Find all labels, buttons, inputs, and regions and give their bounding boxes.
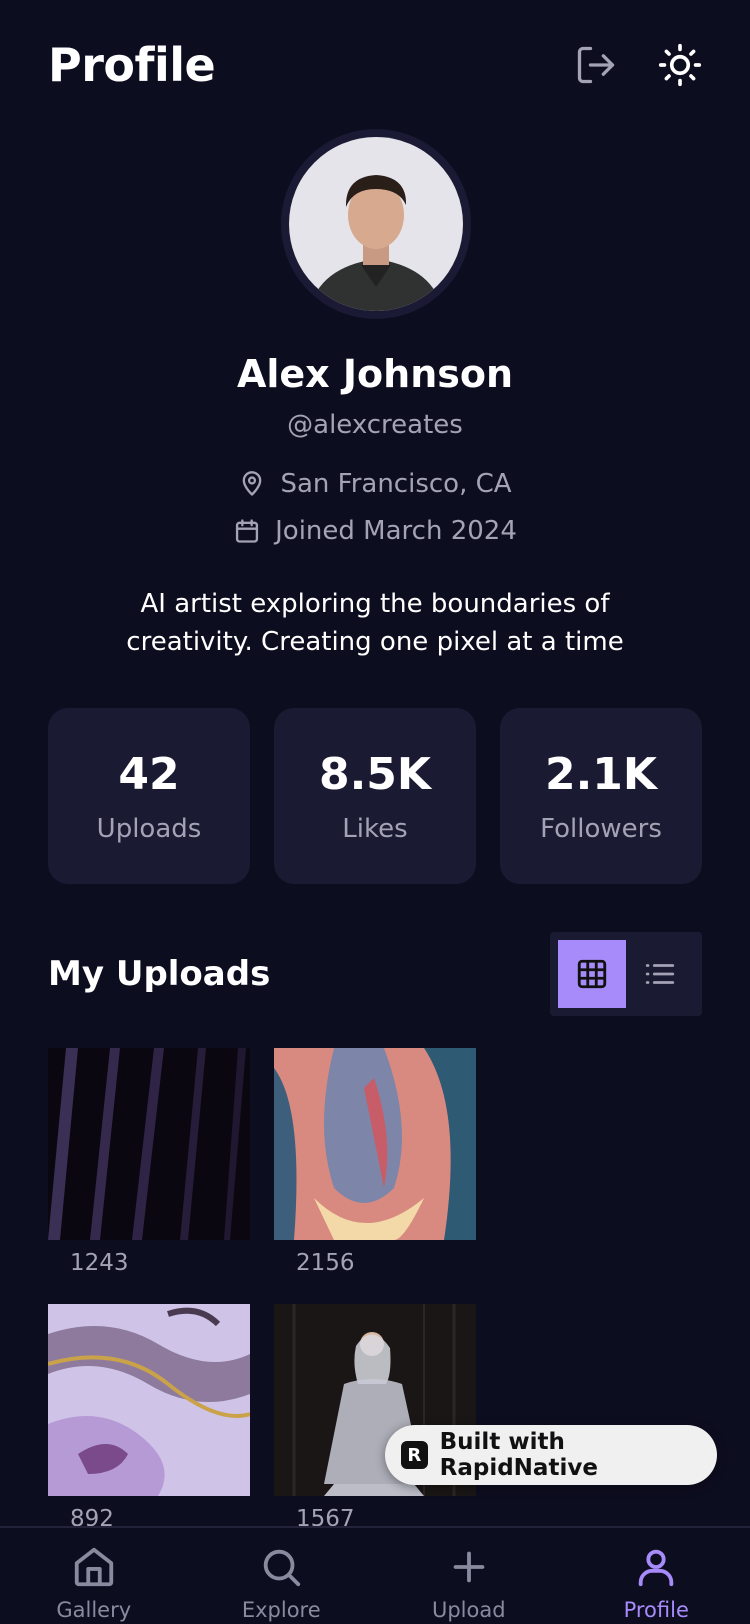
user-icon — [639, 1549, 674, 1587]
profile-name: Alex Johnson — [236, 352, 514, 396]
theme-toggle-button[interactable] — [658, 43, 702, 87]
tab-profile[interactable]: Profile — [581, 1528, 731, 1624]
built-with-badge[interactable]: R Built with RapidNative — [385, 1425, 717, 1485]
grid-view-button[interactable] — [558, 940, 626, 1008]
upload-image — [48, 1048, 250, 1240]
tab-gallery[interactable]: Gallery — [19, 1528, 169, 1624]
stat-card-uploads[interactable]: 42 Uploads — [48, 708, 250, 884]
stat-value: 8.5K — [318, 748, 432, 800]
page-title: Profile — [48, 38, 216, 92]
header-actions — [574, 43, 702, 87]
badge-label: Built with RapidNative — [439, 1429, 598, 1481]
stats-row: 42 Uploads 8.5K Likes 2.1K Followers — [48, 708, 702, 884]
location-text: San Francisco, CA — [280, 469, 512, 499]
upload-tile[interactable] — [274, 1048, 476, 1240]
upload-tile[interactable] — [48, 1048, 250, 1240]
rapidnative-logo-icon: R — [401, 1441, 428, 1469]
logout-icon — [577, 46, 615, 84]
list-icon — [645, 964, 675, 984]
view-toggle — [550, 932, 702, 1016]
search-icon — [264, 1549, 301, 1587]
tab-explore[interactable]: Explore — [206, 1528, 356, 1624]
stat-label: Uploads — [96, 813, 202, 844]
joined-row: Joined March 2024 — [0, 513, 750, 549]
map-pin-icon — [243, 471, 262, 496]
bottom-tab-bar: Gallery Explore Upload Profile — [0, 1526, 750, 1624]
plus-icon — [453, 1551, 485, 1583]
uploads-header: My Uploads — [48, 932, 702, 1016]
grid-icon — [577, 959, 607, 989]
avatar-ring — [281, 129, 471, 319]
profile-handle: @alexcreates — [287, 410, 463, 440]
stat-card-likes[interactable]: 8.5K Likes — [274, 708, 476, 884]
upload-tile[interactable] — [48, 1304, 250, 1496]
sun-icon — [658, 43, 702, 87]
tab-label: Explore — [241, 1598, 321, 1622]
upload-image — [274, 1048, 476, 1240]
location-row: San Francisco, CA — [0, 466, 750, 502]
upload-image — [48, 1304, 250, 1496]
stat-card-followers[interactable]: 2.1K Followers — [500, 708, 702, 884]
tab-label: Gallery — [56, 1598, 132, 1622]
header: Profile — [48, 30, 702, 100]
tab-upload[interactable]: Upload — [394, 1528, 544, 1624]
list-view-button[interactable] — [626, 940, 694, 1008]
stat-label: Followers — [540, 813, 662, 844]
stat-value: 42 — [118, 748, 180, 800]
upload-count: 2156 — [296, 1250, 355, 1276]
stat-label: Likes — [342, 813, 408, 844]
logout-button[interactable] — [574, 43, 618, 87]
avatar-image — [289, 137, 463, 311]
tab-label: Profile — [623, 1598, 689, 1622]
tab-label: Upload — [431, 1598, 506, 1622]
profile-bio: AI artist exploring the boundaries of cr… — [126, 589, 624, 657]
joined-text: Joined March 2024 — [275, 516, 517, 546]
uploads-title: My Uploads — [48, 954, 271, 994]
calendar-icon — [236, 519, 259, 543]
home-icon — [74, 1547, 113, 1587]
stat-value: 2.1K — [544, 748, 658, 800]
upload-count: 1243 — [70, 1250, 129, 1276]
avatar[interactable] — [289, 137, 463, 311]
